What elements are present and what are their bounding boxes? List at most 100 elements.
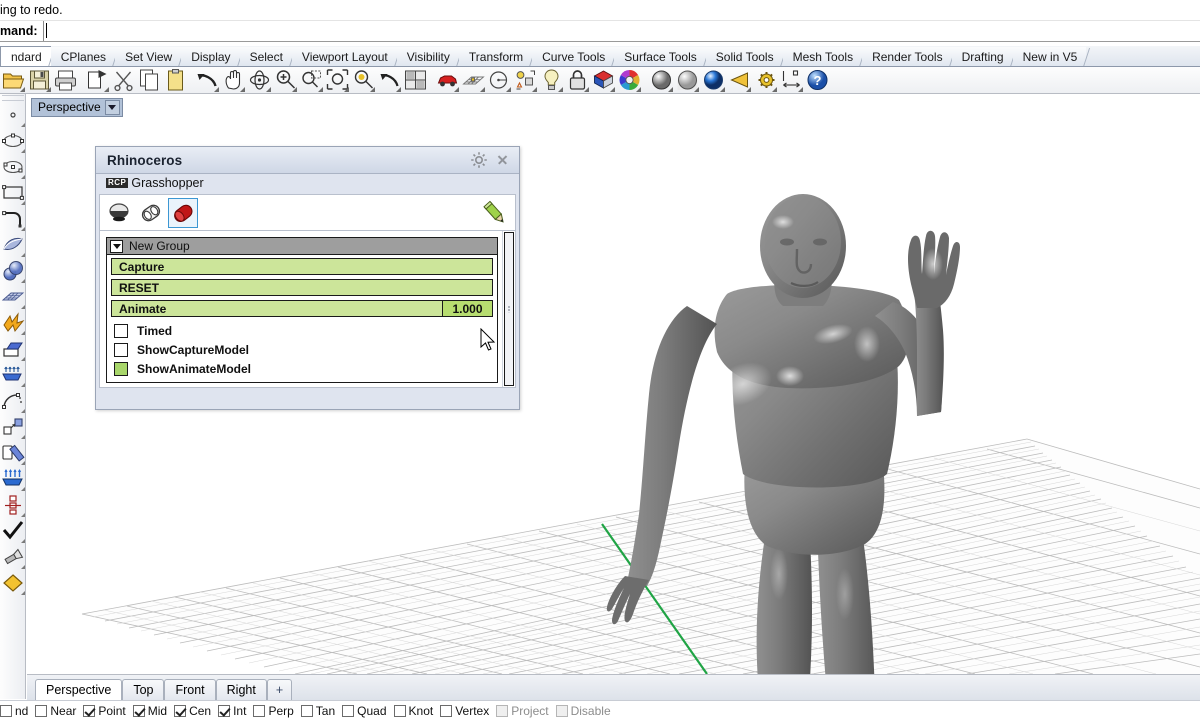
osnap-item-near[interactable]: Near (35, 701, 76, 720)
command-input[interactable] (42, 21, 1183, 41)
close-icon[interactable] (493, 150, 513, 170)
arc-dots-button[interactable] (1, 389, 25, 414)
viewport-tab-right[interactable]: Right (215, 679, 267, 700)
osnap-item-project[interactable]: Project (496, 701, 549, 720)
viewport-tabs[interactable]: Perspective Top Front Right + (27, 674, 1200, 700)
checkbox-knot[interactable] (393, 705, 406, 717)
checkbox-near[interactable] (35, 705, 48, 717)
panel-toolbar[interactable] (99, 194, 516, 230)
gears-options-button[interactable] (753, 68, 778, 93)
circle-button[interactable] (487, 68, 512, 93)
panel-tabrow[interactable]: RCP Grasshopper (96, 174, 519, 194)
scissors-button[interactable] (111, 68, 136, 93)
extrude-button[interactable] (1, 337, 25, 362)
copy-button[interactable] (137, 68, 162, 93)
color-wheel-button[interactable] (617, 68, 642, 93)
panel-scrollbar[interactable] (502, 231, 515, 387)
lock-button[interactable] (565, 68, 590, 93)
osnap-item-knot[interactable]: Knot (393, 701, 433, 720)
save-button[interactable] (27, 68, 52, 93)
checkbox-project[interactable] (496, 705, 509, 717)
surface-button[interactable] (1, 233, 25, 258)
gh-checkbox-row-timed[interactable]: Timed (111, 321, 493, 340)
viewport-tab-front[interactable]: Front (164, 679, 216, 700)
open-button[interactable] (1, 68, 26, 93)
curve-corner-button[interactable] (1, 207, 25, 232)
osnap-item-disable[interactable]: Disable (555, 701, 611, 720)
toolbar-tab-ndard[interactable]: ndard (0, 46, 51, 66)
osnap-item-point[interactable]: Point (83, 701, 126, 720)
toolbar-tab-solid-tools[interactable]: Solid Tools (705, 47, 783, 66)
checkbox-point[interactable] (83, 705, 96, 717)
cut-copy-paste-button[interactable] (85, 68, 110, 93)
checkbox-int[interactable] (218, 705, 231, 717)
toolbar-tab-cplanes[interactable]: CPlanes (50, 47, 116, 66)
preview-icon[interactable] (136, 198, 166, 228)
camera-cone-button[interactable] (727, 68, 752, 93)
array-button[interactable] (1, 467, 25, 492)
toolbar-tab-set-view[interactable]: Set View (115, 47, 182, 66)
offset-button[interactable] (1, 441, 25, 466)
add-viewport-tab-button[interactable]: + (266, 679, 293, 700)
pan-hand-button[interactable] (221, 68, 246, 93)
explode-button[interactable] (1, 311, 25, 336)
ghosted-sphere-button[interactable] (675, 68, 700, 93)
paint-button[interactable] (1, 545, 25, 570)
toolbar-tab-new-in-v5[interactable]: New in V5 (1012, 47, 1087, 66)
gh-checkbox-row-showcapturemodel[interactable]: ShowCaptureModel (111, 340, 493, 359)
osnap-bar[interactable]: nd Near Point Mid Cen Int Perp Tan Quad Knot Verte… (0, 700, 1200, 720)
diamond-button[interactable] (1, 571, 25, 596)
layers-button[interactable] (513, 68, 538, 93)
gear-icon[interactable] (469, 150, 489, 170)
gh-button-animate[interactable]: Animate 1.000 (111, 300, 493, 317)
solver-icon[interactable] (104, 198, 134, 228)
grid-snap-button[interactable] (461, 68, 486, 93)
tab-grasshopper[interactable]: RCP Grasshopper (104, 174, 214, 194)
mesh-plane-button[interactable] (1, 285, 25, 310)
osnap-item-nd[interactable]: nd (0, 701, 28, 720)
left-toolbar[interactable] (0, 94, 26, 699)
group-header[interactable]: New Group (107, 238, 497, 255)
command-line[interactable]: mand: (0, 20, 1200, 42)
toolbar-tab-transform[interactable]: Transform (458, 47, 533, 66)
help-button[interactable]: ? (805, 68, 830, 93)
point-button[interactable] (1, 103, 25, 128)
gh-button-reset[interactable]: RESET (111, 279, 493, 296)
toolbar-tab-render-tools[interactable]: Render Tools (862, 47, 952, 66)
osnap-item-quad[interactable]: Quad (342, 701, 387, 720)
checkbox-disable[interactable] (555, 705, 568, 717)
undo-button[interactable] (195, 68, 220, 93)
osnap-item-tan[interactable]: Tan (300, 701, 335, 720)
toolbar-tab-surface-tools[interactable]: Surface Tools (614, 47, 706, 66)
gh-checkbox-showcapturemodel[interactable] (114, 342, 128, 357)
scale-button[interactable] (1, 415, 25, 440)
panel-titlebar[interactable]: Rhinoceros (96, 147, 519, 174)
gh-checkbox-timed[interactable] (114, 323, 128, 338)
sphere-button[interactable] (1, 259, 25, 284)
gh-button-capture[interactable]: Capture (111, 258, 493, 275)
gh-checkbox-showanimatemodel[interactable] (114, 361, 128, 376)
boolean-button[interactable] (1, 363, 25, 388)
viewport-tab-perspective[interactable]: Perspective (35, 679, 123, 700)
osnap-item-mid[interactable]: Mid (132, 701, 167, 720)
toolbar-tab-viewport-layout[interactable]: Viewport Layout (291, 47, 397, 66)
rectangle-button[interactable] (1, 181, 25, 206)
main-toolbar[interactable]: ? (0, 67, 1200, 94)
shaded-sphere-button[interactable] (649, 68, 674, 93)
zoom-window-button[interactable] (299, 68, 324, 93)
checkbox-nd[interactable] (0, 705, 12, 717)
render-car-button[interactable] (435, 68, 460, 93)
undo-view-button[interactable] (377, 68, 402, 93)
paste-button[interactable] (163, 68, 188, 93)
gh-checkbox-row-showanimatemodel[interactable]: ShowAnimateModel (111, 359, 493, 378)
four-viewport-button[interactable] (403, 68, 428, 93)
osnap-item-cen[interactable]: Cen (174, 701, 211, 720)
toolbar-tab-select[interactable]: Select (239, 47, 292, 66)
checkbox-tan[interactable] (300, 705, 313, 717)
grasshopper-canvas[interactable]: New Group Capture RESET Animate 1.000 Timed S… (100, 231, 502, 387)
scrollbar-thumb[interactable] (504, 232, 514, 386)
toolbar-tab-drafting[interactable]: Drafting (951, 47, 1013, 66)
chevron-down-icon[interactable] (104, 100, 120, 115)
toolbar-tab-curve-tools[interactable]: Curve Tools (532, 47, 615, 66)
toolbar-tab-mesh-tools[interactable]: Mesh Tools (782, 47, 863, 66)
